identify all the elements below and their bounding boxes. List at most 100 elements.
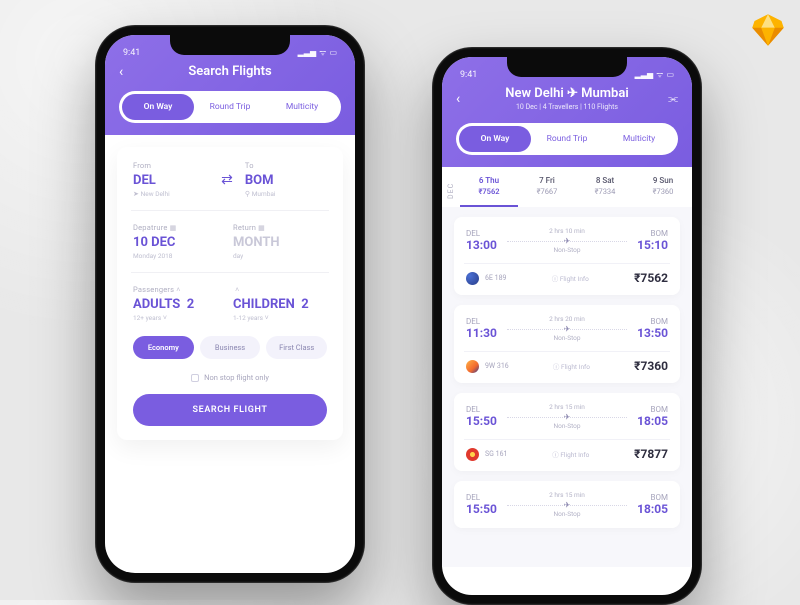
airline-logo-icon bbox=[466, 272, 479, 285]
tab-round-trip[interactable]: Round Trip bbox=[194, 94, 266, 120]
class-firstclass[interactable]: First Class bbox=[266, 336, 327, 359]
phone-flight-results: 9:41 ▂▃▅ ᯤ ▭ ‹ New Delhi ✈ Mumbai 10 Dec… bbox=[432, 47, 702, 605]
pin-icon: ⚲ bbox=[245, 190, 252, 198]
date-price: ₹7334 bbox=[576, 187, 634, 196]
arr-code: BOM bbox=[637, 405, 668, 414]
status-icons: ▂▃▅ ᯤ ▭ bbox=[298, 47, 337, 58]
to-field[interactable]: To BOM ⚲ Mumbai bbox=[239, 161, 327, 198]
arr-code: BOM bbox=[637, 229, 668, 238]
nonstop-checkbox[interactable]: Non stop flight only bbox=[133, 373, 327, 382]
date-price-strip: DEC 6 Thu ₹75627 Fri ₹76678 Sat₹73349 Sun₹… bbox=[442, 167, 692, 207]
to-city: ⚲ Mumbai bbox=[245, 190, 327, 198]
status-icons: ▂▃▅ ᯤ ▭ bbox=[635, 69, 674, 80]
search-flight-button[interactable]: SEARCH FLIGHT bbox=[133, 394, 327, 426]
date-option[interactable]: 8 Sat₹7334 bbox=[576, 167, 634, 207]
chevron-up-icon[interactable]: ˄ bbox=[235, 286, 239, 294]
flight-stops: Non-Stop bbox=[501, 422, 633, 430]
date-price: ₹7667 bbox=[518, 187, 576, 196]
return-sub: day bbox=[233, 252, 327, 260]
flight-duration: 2 hrs 20 min bbox=[501, 315, 633, 323]
battery-icon: ▭ bbox=[329, 48, 337, 57]
flight-price: ₹7360 bbox=[634, 359, 668, 373]
date-option[interactable]: 9 Sun₹7360 bbox=[634, 167, 692, 207]
phone-search-flights: 9:41 ▂▃▅ ᯤ ▭ ‹ Search Flights On Way Rou… bbox=[95, 25, 365, 583]
back-button[interactable]: ‹ bbox=[456, 91, 460, 107]
tab-round-trip[interactable]: Round Trip bbox=[531, 126, 603, 152]
trip-type-tabs: On Way Round Trip Multicity bbox=[456, 123, 678, 155]
share-icon[interactable]: ⫘ bbox=[668, 92, 678, 106]
flight-stops: Non-Stop bbox=[501, 334, 633, 342]
flight-price: ₹7562 bbox=[634, 271, 668, 285]
flight-card[interactable]: DEL15:502 hrs 15 min✈Non-StopBOM18:05 bbox=[454, 481, 680, 528]
sketch-logo-icon bbox=[750, 12, 786, 48]
dep-code: DEL bbox=[466, 405, 497, 414]
class-economy[interactable]: Economy bbox=[133, 336, 194, 359]
airline-logo-icon bbox=[466, 360, 479, 373]
flight-info-link[interactable]: Flight Info bbox=[553, 361, 590, 371]
from-city: ➤ New Delhi bbox=[133, 190, 215, 198]
departure-value: 10 DEC bbox=[133, 235, 227, 250]
tab-on-way[interactable]: On Way bbox=[459, 126, 531, 152]
from-field[interactable]: From DEL ➤ New Delhi bbox=[133, 161, 215, 198]
wifi-icon: ᯤ bbox=[319, 47, 326, 58]
adults-field[interactable]: Passengers ˄ ADULTS 2 12+ years ˅ bbox=[133, 285, 227, 322]
calendar-icon: ▦ bbox=[258, 224, 265, 232]
flight-stops: Non-Stop bbox=[501, 246, 633, 254]
flight-card[interactable]: DEL11:302 hrs 20 min✈Non-StopBOM13:509W … bbox=[454, 305, 680, 383]
from-code: DEL bbox=[133, 173, 215, 188]
airline-code: 9W 316 bbox=[485, 362, 509, 370]
cabin-class-pills: Economy Business First Class bbox=[133, 336, 327, 359]
flight-info-link[interactable]: Flight Info bbox=[552, 273, 589, 283]
airline-code: SG 161 bbox=[485, 450, 507, 458]
swap-icon[interactable]: ⇄ bbox=[215, 172, 239, 188]
chevron-up-icon[interactable]: ˄ bbox=[176, 286, 180, 294]
back-button[interactable]: ‹ bbox=[119, 64, 123, 80]
dep-code: DEL bbox=[466, 493, 497, 502]
to-label: To bbox=[245, 161, 327, 170]
date-price: ₹7360 bbox=[634, 187, 692, 196]
status-time: 9:41 bbox=[460, 70, 477, 80]
flight-card[interactable]: DEL13:002 hrs 10 min✈Non-StopBOM15:106E … bbox=[454, 217, 680, 295]
status-time: 9:41 bbox=[123, 48, 140, 58]
date-day: 7 Fri bbox=[518, 176, 576, 185]
airline-logo-icon bbox=[466, 448, 479, 461]
battery-icon: ▭ bbox=[666, 70, 674, 79]
class-business[interactable]: Business bbox=[200, 336, 261, 359]
adults-value: ADULTS 2 bbox=[133, 297, 227, 312]
chevron-down-icon[interactable]: ˅ bbox=[265, 314, 269, 322]
adults-sub: 12+ years ˅ bbox=[133, 314, 227, 322]
passengers-label: Passengers ˄ bbox=[133, 285, 227, 294]
children-field[interactable]: ˄ CHILDREN 2 1-12 years ˅ bbox=[227, 285, 327, 322]
children-value: CHILDREN 2 bbox=[233, 297, 327, 312]
arr-time: 15:10 bbox=[637, 238, 668, 252]
flight-duration: 2 hrs 10 min bbox=[501, 227, 633, 235]
flight-stops: Non-Stop bbox=[501, 510, 633, 518]
chevron-down-icon[interactable]: ˅ bbox=[163, 314, 167, 322]
month-label: DEC bbox=[442, 167, 460, 207]
signal-icon: ▂▃▅ bbox=[635, 70, 653, 79]
flight-list[interactable]: DEL13:002 hrs 10 min✈Non-StopBOM15:106E … bbox=[442, 207, 692, 567]
search-form-card: From DEL ➤ New Delhi ⇄ To BOM ⚲ Mumbai D… bbox=[117, 147, 343, 440]
plane-icon: ✈ bbox=[564, 236, 571, 245]
return-field[interactable]: Return ▦ MONTH day bbox=[227, 223, 327, 260]
from-label: From bbox=[133, 161, 215, 170]
tab-multicity[interactable]: Multicity bbox=[603, 126, 675, 152]
date-option[interactable]: 7 Fri ₹7667 bbox=[518, 167, 576, 207]
location-icon: ➤ bbox=[133, 190, 141, 198]
route-subtitle: 10 Dec | 4 Travellers | 110 Flights bbox=[505, 103, 628, 111]
date-price: ₹7562 bbox=[460, 187, 518, 196]
date-day: 6 Thu bbox=[460, 176, 518, 185]
tab-on-way[interactable]: On Way bbox=[122, 94, 194, 120]
departure-field[interactable]: Depatrure ▦ 10 DEC Monday 2018 bbox=[133, 223, 227, 260]
date-option[interactable]: 6 Thu ₹7562 bbox=[460, 167, 518, 207]
flight-card[interactable]: DEL15:502 hrs 15 min✈Non-StopBOM18:05SG … bbox=[454, 393, 680, 471]
airline-code: 6E 189 bbox=[485, 274, 506, 282]
plane-icon: ✈ bbox=[564, 412, 571, 421]
tab-multicity[interactable]: Multicity bbox=[266, 94, 338, 120]
wifi-icon: ᯤ bbox=[656, 69, 663, 80]
flight-info-link[interactable]: Flight Info bbox=[552, 449, 589, 459]
dep-time: 11:30 bbox=[466, 326, 497, 340]
checkbox-icon bbox=[191, 374, 199, 382]
plane-icon: ✈ bbox=[564, 324, 571, 333]
dep-time: 15:50 bbox=[466, 414, 497, 428]
